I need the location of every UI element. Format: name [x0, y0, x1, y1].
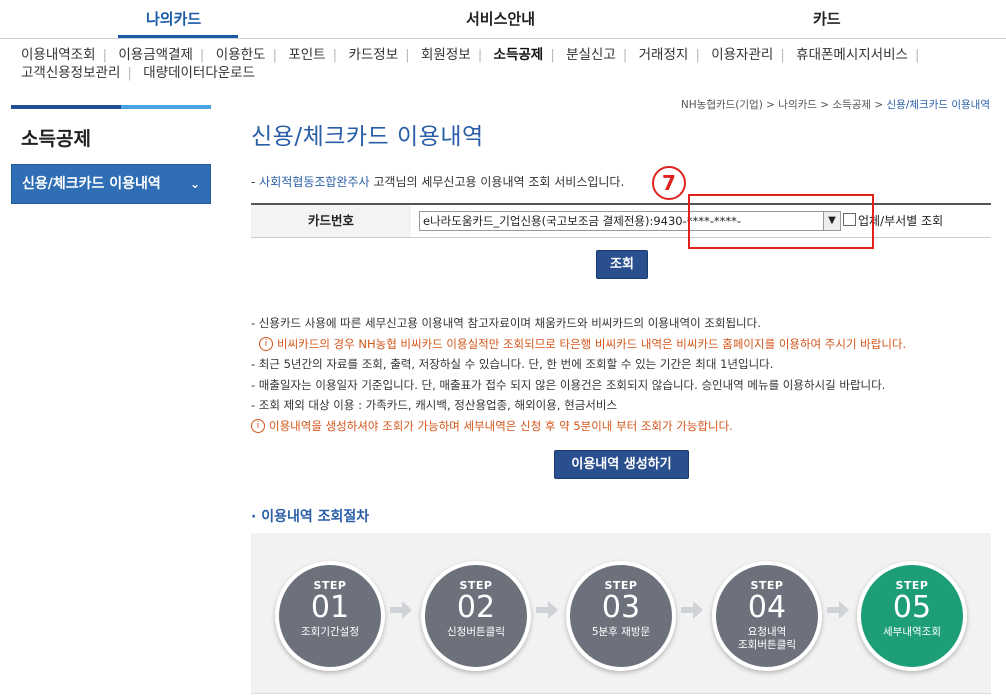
step-desc: 신청버튼클릭	[447, 626, 505, 638]
submenu-item-bulk-download[interactable]: 대량데이터다운로드	[143, 65, 255, 81]
intro-company: 사회적협동조합완주사	[259, 175, 370, 189]
step-number: 04	[747, 590, 787, 625]
query-button[interactable]: 조회	[596, 250, 648, 279]
submenu-item-card-info[interactable]: 카드정보	[348, 47, 398, 63]
annotation-marker: 7	[652, 166, 686, 200]
step-desc: 조회기간설정	[301, 626, 359, 638]
arrow-right-icon	[390, 601, 412, 619]
submenu-item-points[interactable]: 포인트	[288, 47, 325, 63]
step-4: STEP 04 요청내역 조회버튼클릭	[712, 561, 822, 671]
submenu-item-payment[interactable]: 이용금액결제	[118, 47, 193, 63]
step-3: STEP 03 5분후 재방문	[566, 561, 676, 671]
step-desc: 5분후 재방문	[591, 626, 651, 638]
step-desc: 요청내역 조회버튼클릭	[738, 626, 796, 651]
sidebar-item-card-usage[interactable]: 신용/체크카드 이용내역 ⌄	[11, 164, 211, 204]
step-number: 03	[601, 590, 641, 625]
sub-menu: 이용내역조회 | 이용금액결제 | 이용한도 | 포인트 | 카드정보 | 회원정보 | 소…	[21, 47, 920, 81]
generate-history-button[interactable]: 이용내역 생성하기	[554, 450, 689, 479]
submenu-item-tax-deduction[interactable]: 소득공제	[494, 47, 544, 63]
card-number-label: 카드번호	[251, 205, 411, 237]
step-number: 05	[892, 590, 932, 625]
procedure-steps: STEP 01 조회기간설정 STEP 02 신청버튼클릭 STEP 03 5분…	[251, 533, 991, 694]
step-5: STEP 05 세부내역조회	[857, 561, 967, 671]
submenu-item-member-info[interactable]: 회원정보	[421, 47, 471, 63]
section-title: · 이용내역 조회절차	[251, 509, 370, 525]
note-item: - 최근 5년간의 자료를 조회, 출력, 저장하실 수 있습니다. 단, 한 …	[251, 357, 774, 371]
tab-my-card[interactable]: 나의카드	[146, 8, 201, 29]
tab-card[interactable]: 카드	[813, 8, 841, 29]
intro-suffix: 고객님의 세무신고용 이용내역 조회 서비스입니다.	[369, 175, 625, 189]
page-title: 신용/체크카드 이용내역	[251, 124, 484, 150]
top-navigation: 나의카드 서비스안내 카드	[0, 0, 1006, 39]
info-icon: i	[251, 419, 265, 433]
note-warning-text: 비씨카드의 경우 NH농협 비씨카드 이용실적만 조회되므로 타은행 비씨카드 …	[277, 336, 907, 351]
breadcrumb-current: 신용/체크카드 이용내역	[886, 99, 990, 111]
intro-text: - 사회적협동조합완주사 고객님의 세무신고용 이용내역 조회 서비스입니다.	[251, 173, 624, 190]
sidebar-title: 소득공제	[21, 128, 91, 150]
active-tab-underline	[118, 35, 238, 38]
submenu-item-limit[interactable]: 이용한도	[216, 47, 266, 63]
left-sidebar: 소득공제 신용/체크카드 이용내역 ⌄	[11, 105, 211, 204]
note-item: - 조회 제외 대상 이용 : 가족카드, 캐시백, 정산용업종, 해외이용, …	[251, 398, 618, 412]
note-item-warning: i 이용내역을 생성하셔야 조회가 가능하며 세부내역은 신청 후 약 5분이내 …	[251, 416, 1001, 437]
submenu-item-suspend[interactable]: 거래정지	[639, 47, 689, 63]
step-desc: 세부내역조회	[883, 626, 941, 638]
breadcrumb: NH농협카드(기업) > 나의카드 > 소득공제 > 신용/체크카드 이용내역	[681, 97, 990, 112]
submenu-item-user-manage[interactable]: 이용자관리	[711, 47, 773, 63]
submenu-item-sms-service[interactable]: 휴대폰메시지서비스	[796, 47, 908, 63]
arrow-right-icon	[681, 601, 703, 619]
note-item-warning: i 비씨카드의 경우 NH농협 비씨카드 이용실적만 조회되므로 타은행 비씨카드…	[251, 334, 1001, 355]
step-2: STEP 02 신청버튼클릭	[421, 561, 531, 671]
submenu-item-lost-report[interactable]: 분실신고	[566, 47, 616, 63]
annotation-highlight-box	[688, 194, 874, 249]
tab-service-guide[interactable]: 서비스안내	[466, 8, 535, 29]
step-number: 02	[456, 590, 496, 625]
note-warning-text: 이용내역을 생성하셔야 조회가 가능하며 세부내역은 신청 후 약 5분이내 부…	[269, 418, 733, 433]
notes-list: - 신용카드 사용에 따른 세무신고용 이용내역 참고자료이며 채움카드와 비씨…	[251, 313, 1001, 436]
submenu-item-usage-history[interactable]: 이용내역조회	[21, 47, 96, 63]
arrow-right-icon	[827, 601, 849, 619]
submenu-item-credit-info[interactable]: 고객신용정보관리	[21, 65, 120, 81]
step-number: 01	[310, 590, 350, 625]
sidebar-item-label: 신용/체크카드 이용내역	[22, 176, 161, 192]
card-number-row: 카드번호 e나라도움카드_기업신용(국고보조금 결제전용):9430-****-…	[251, 203, 991, 238]
step-1: STEP 01 조회기간설정	[275, 561, 385, 671]
arrow-right-icon	[536, 601, 558, 619]
note-item: - 신용카드 사용에 따른 세무신고용 이용내역 참고자료이며 채움카드와 비씨…	[251, 316, 761, 330]
info-icon: i	[259, 337, 273, 351]
breadcrumb-path: NH농협카드(기업) > 나의카드 > 소득공제 >	[680, 99, 887, 111]
intro-prefix: -	[251, 175, 260, 189]
chevron-down-icon: ⌄	[189, 177, 200, 191]
note-item: - 매출일자는 이용일자 기준입니다. 단, 매출표가 접수 되지 않은 이용건…	[251, 377, 886, 392]
